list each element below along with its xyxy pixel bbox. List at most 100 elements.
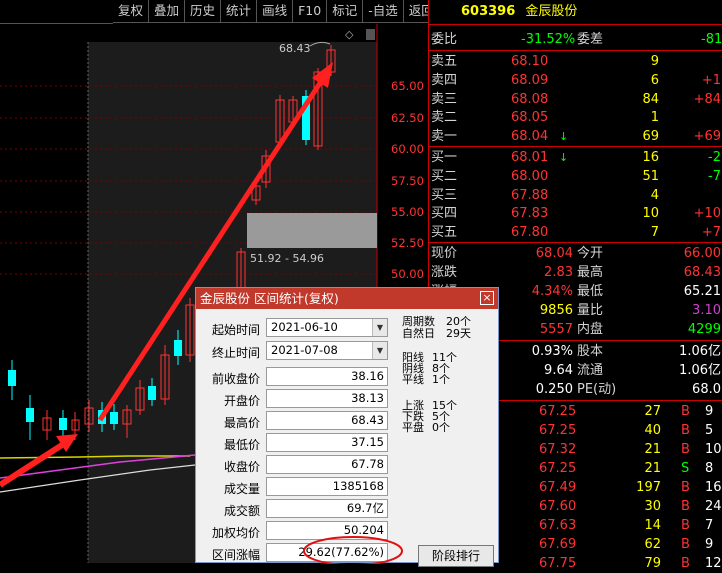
tick-price: 67.25 [539,404,577,419]
bid-label: 买五 [431,225,458,241]
field-value[interactable]: 1385168 [266,477,388,496]
bid-row[interactable]: 买五 67.80 7 +7 [429,223,722,242]
days-label: 自然日 [402,327,435,340]
stage-ranking-button[interactable]: 阶段排行 [418,545,494,567]
end-date-picker[interactable]: 2021-07-08 ▼ [266,341,388,360]
field-value[interactable]: 29.62(77.62%) [266,543,388,562]
toolbar-mark[interactable]: 标记 [327,0,364,23]
ask-label: 卖四 [431,72,458,88]
ask-change: +69 [693,129,721,145]
end-time-label: 终止时间 [211,346,260,360]
field-value[interactable]: 38.16 [266,367,388,386]
ping-label: 平线 [402,373,424,386]
field-value[interactable]: 69.7亿 [266,499,388,518]
ask-volume: 84 [642,91,659,107]
peak-price-label: 68.43 [279,42,311,55]
tick-side: S [681,461,690,476]
tick-price: 67.63 [539,518,577,533]
bid-label: 买二 [431,168,458,184]
start-date-value: 2021-06-10 [271,320,338,334]
bid-price: 67.80 [511,225,549,241]
bid-label: 买一 [431,150,458,165]
ask-change: +84 [693,91,721,107]
chevron-down-icon[interactable]: ▼ [372,342,387,359]
tick-side: B [681,556,690,571]
quote-value: 66.00 [683,246,721,261]
chevron-down-icon[interactable]: ▼ [372,319,387,336]
dialog-title-bar[interactable]: 金辰股份 区间统计(复权) × [196,288,498,309]
ask-row[interactable]: 卖四 68.09 6 +1 [429,71,722,90]
field-label: 最高价 [223,416,260,430]
quote-label: 最低 [577,284,604,299]
stock-header: 603396 金辰股份 [429,0,722,24]
ask-row[interactable]: 卖一 68.04 ↓ 69 +69 [429,127,722,146]
days-value: 29天 [446,327,471,340]
start-date-picker[interactable]: 2021-06-10 ▼ [266,318,388,337]
toolbar-statistics[interactable]: 统计 [221,0,258,23]
chart-toolbar: 复权 叠加 历史 统计 画线 F10 标记 -自选 返回 [0,0,440,24]
tick-count: 24 [705,499,722,514]
field-value[interactable]: 67.78 [266,455,388,474]
stats-label: PE(动) [577,382,617,397]
axis-tick: 62.50 [391,111,424,125]
axis-tick: 65.00 [391,79,424,93]
quote-value: 65.21 [683,284,721,299]
periods-value: 20个 [446,315,471,328]
close-button[interactable]: × [480,291,494,305]
field-value[interactable]: 68.43 [266,411,388,430]
svg-text:◇: ◇ [345,28,354,41]
bid-price: 67.88 [511,187,549,203]
bid-row[interactable]: 买一 68.01 ↓ 16 -2 [429,148,722,167]
toolbar-history[interactable]: 历史 [185,0,222,23]
field-label: 成交量 [223,482,260,496]
tick-price: 67.25 [539,461,577,476]
quote-row: 涨跌 2.83 最高 68.43 [429,263,722,282]
ask-price: 68.10 [511,54,549,69]
bid-row[interactable]: 买三 67.88 4 [429,186,722,205]
ask-row[interactable]: 卖五 68.10 9 [429,52,722,71]
tick-volume: 79 [644,556,661,571]
field-label: 开盘价 [223,394,260,408]
field-label: 区间涨幅 [211,548,260,562]
ask-row[interactable]: 卖二 68.05 1 [429,108,722,127]
ping-value: 1个 [432,373,450,386]
bid-row[interactable]: 买二 68.00 51 -7 [429,167,722,186]
flat-value: 0个 [432,421,450,434]
toolbar-restore-rights[interactable]: 复权 [113,0,150,23]
field-value[interactable]: 38.13 [266,389,388,408]
quote-value: 2.83 [544,265,573,280]
quote-label: 现价 [431,246,458,261]
toolbar-overlay[interactable]: 叠加 [149,0,186,23]
axis-tick: 60.00 [391,142,424,156]
tick-price: 67.60 [539,499,577,514]
bid-change: -2 [708,150,721,165]
ask-label: 卖二 [431,110,458,126]
toolbar-draw-line[interactable]: 画线 [257,0,294,23]
field-value[interactable]: 50.204 [266,521,388,540]
tick-side: B [681,518,690,533]
quote-label: 涨跌 [431,265,458,280]
range-statistics-dialog[interactable]: 金辰股份 区间统计(复权) × 起始时间 2021-06-10 ▼ 终止时间 20… [195,287,499,567]
periods-label: 周期数 [402,315,435,328]
ask-volume: 9 [650,54,659,69]
range-label: 51.92 - 54.96 [250,252,324,265]
bid-row[interactable]: 买四 67.83 10 +10 [429,204,722,223]
weibi-row: 委比 -31.52% 委差 -81 [429,30,722,49]
tick-side: B [681,404,690,419]
ask-volume: 1 [650,110,659,126]
tick-side: B [681,499,690,514]
ask-price: 68.05 [511,110,549,126]
stats-value: 68.0 [692,382,721,397]
toolbar-remove-watchlist[interactable]: -自选 [363,0,404,23]
weidiff-label: 委差 [577,32,604,47]
bid-price: 68.01 [511,150,549,165]
toolbar-f10[interactable]: F10 [293,0,328,23]
field-label: 加权均价 [211,526,260,540]
ask-row[interactable]: 卖三 68.08 84 +84 [429,90,722,109]
tick-count: 12 [705,556,722,571]
ask-volume: 6 [650,72,659,88]
field-value[interactable]: 37.15 [266,433,388,452]
bid-volume: 4 [650,187,659,203]
tick-count: 7 [705,518,714,533]
ask-label: 卖五 [431,54,458,69]
